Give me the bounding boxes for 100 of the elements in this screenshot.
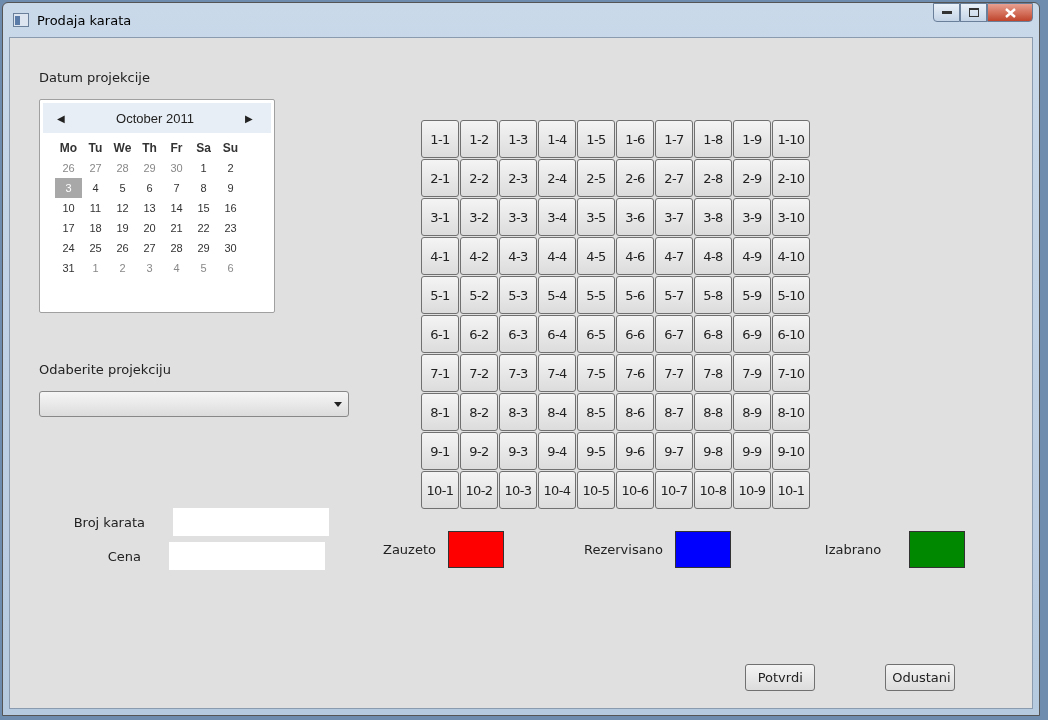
calendar-day[interactable]: 31 — [55, 258, 82, 278]
seat-button[interactable]: 5-5 — [577, 276, 615, 314]
calendar-day[interactable]: 27 — [136, 238, 163, 258]
seat-button[interactable]: 7-8 — [694, 354, 732, 392]
seat-button[interactable]: 10-4 — [538, 471, 576, 509]
seat-button[interactable]: 10-7 — [655, 471, 693, 509]
dialog-button[interactable]: Odustani — [885, 664, 956, 691]
seat-button[interactable]: 7-7 — [655, 354, 693, 392]
seat-button[interactable]: 10-2 — [460, 471, 498, 509]
calendar-day[interactable]: 29 — [190, 238, 217, 258]
seat-button[interactable]: 6-5 — [577, 315, 615, 353]
seat-button[interactable]: 4-5 — [577, 237, 615, 275]
calendar-day[interactable]: 28 — [109, 158, 136, 178]
seat-button[interactable]: 1-7 — [655, 120, 693, 158]
seat-button[interactable]: 9-5 — [577, 432, 615, 470]
seat-button[interactable]: 6-4 — [538, 315, 576, 353]
dialog-button[interactable]: Potvrdi — [745, 664, 816, 691]
seat-button[interactable]: 5-2 — [460, 276, 498, 314]
seat-button[interactable]: 8-7 — [655, 393, 693, 431]
seat-button[interactable]: 6-6 — [616, 315, 654, 353]
seat-button[interactable]: 5-1 — [421, 276, 459, 314]
calendar-day[interactable]: 1 — [82, 258, 109, 278]
seat-button[interactable]: 9-7 — [655, 432, 693, 470]
seat-button[interactable]: 7-6 — [616, 354, 654, 392]
seat-button[interactable]: 7-5 — [577, 354, 615, 392]
calendar-day[interactable]: 26 — [55, 158, 82, 178]
seat-button[interactable]: 7-2 — [460, 354, 498, 392]
calendar-day[interactable]: 26 — [109, 238, 136, 258]
seat-button[interactable]: 5-10 — [772, 276, 810, 314]
seat-button[interactable]: 10-8 — [694, 471, 732, 509]
seat-button[interactable]: 3-6 — [616, 198, 654, 236]
seat-button[interactable]: 9-1 — [421, 432, 459, 470]
seat-button[interactable]: 2-3 — [499, 159, 537, 197]
calendar-day[interactable]: 13 — [136, 198, 163, 218]
calendar-day[interactable]: 16 — [217, 198, 244, 218]
seat-button[interactable]: 8-5 — [577, 393, 615, 431]
seat-button[interactable]: 4-6 — [616, 237, 654, 275]
seat-button[interactable]: 2-4 — [538, 159, 576, 197]
seat-button[interactable]: 7-9 — [733, 354, 771, 392]
calendar-day[interactable]: 11 — [82, 198, 109, 218]
seat-button[interactable]: 4-1 — [421, 237, 459, 275]
seat-button[interactable]: 4-4 — [538, 237, 576, 275]
seat-button[interactable]: 2-2 — [460, 159, 498, 197]
seat-button[interactable]: 2-6 — [616, 159, 654, 197]
seat-button[interactable]: 8-8 — [694, 393, 732, 431]
calendar-day[interactable]: 17 — [55, 218, 82, 238]
calendar-day[interactable]: 29 — [136, 158, 163, 178]
seat-button[interactable]: 7-3 — [499, 354, 537, 392]
calendar-day[interactable]: 19 — [109, 218, 136, 238]
seat-button[interactable]: 9-3 — [499, 432, 537, 470]
projection-dropdown[interactable] — [39, 391, 349, 417]
seat-button[interactable]: 10-6 — [616, 471, 654, 509]
seat-button[interactable]: 9-9 — [733, 432, 771, 470]
seat-button[interactable]: 6-2 — [460, 315, 498, 353]
input-field[interactable] — [173, 508, 329, 536]
seat-button[interactable]: 3-4 — [538, 198, 576, 236]
seat-button[interactable]: 6-7 — [655, 315, 693, 353]
calendar-day[interactable]: 12 — [109, 198, 136, 218]
seat-button[interactable]: 1-4 — [538, 120, 576, 158]
seat-button[interactable]: 4-2 — [460, 237, 498, 275]
calendar-day[interactable]: 27 — [82, 158, 109, 178]
seat-button[interactable]: 10-9 — [733, 471, 771, 509]
seat-button[interactable]: 6-9 — [733, 315, 771, 353]
seat-button[interactable]: 6-1 — [421, 315, 459, 353]
calendar-day[interactable]: 5 — [190, 258, 217, 278]
seat-button[interactable]: 4-3 — [499, 237, 537, 275]
maximize-button[interactable] — [960, 3, 987, 22]
seat-button[interactable]: 7-1 — [421, 354, 459, 392]
seat-button[interactable]: 7-4 — [538, 354, 576, 392]
seat-button[interactable]: 4-8 — [694, 237, 732, 275]
seat-button[interactable]: 4-7 — [655, 237, 693, 275]
seat-button[interactable]: 2-5 — [577, 159, 615, 197]
calendar-day[interactable]: 2 — [217, 158, 244, 178]
seat-button[interactable]: 8-1 — [421, 393, 459, 431]
calendar-day[interactable]: 24 — [55, 238, 82, 258]
seat-button[interactable]: 8-2 — [460, 393, 498, 431]
seat-button[interactable]: 6-8 — [694, 315, 732, 353]
seat-button[interactable]: 10-3 — [499, 471, 537, 509]
seat-button[interactable]: 8-6 — [616, 393, 654, 431]
seat-button[interactable]: 3-3 — [499, 198, 537, 236]
seat-button[interactable]: 2-7 — [655, 159, 693, 197]
seat-button[interactable]: 9-8 — [694, 432, 732, 470]
seat-button[interactable]: 10-5 — [577, 471, 615, 509]
seat-button[interactable]: 1-2 — [460, 120, 498, 158]
calendar-day[interactable]: 30 — [163, 158, 190, 178]
seat-button[interactable]: 3-7 — [655, 198, 693, 236]
seat-button[interactable]: 4-9 — [733, 237, 771, 275]
seat-button[interactable]: 3-2 — [460, 198, 498, 236]
calendar-day[interactable]: 10 — [55, 198, 82, 218]
seat-button[interactable]: 9-4 — [538, 432, 576, 470]
seat-button[interactable]: 1-3 — [499, 120, 537, 158]
seat-button[interactable]: 1-6 — [616, 120, 654, 158]
seat-button[interactable]: 7-10 — [772, 354, 810, 392]
next-month-button[interactable]: ▶ — [245, 112, 253, 124]
seat-button[interactable]: 5-9 — [733, 276, 771, 314]
seat-button[interactable]: 8-10 — [772, 393, 810, 431]
calendar-day[interactable]: 1 — [190, 158, 217, 178]
seat-button[interactable]: 3-9 — [733, 198, 771, 236]
seat-button[interactable]: 8-3 — [499, 393, 537, 431]
seat-button[interactable]: 5-4 — [538, 276, 576, 314]
